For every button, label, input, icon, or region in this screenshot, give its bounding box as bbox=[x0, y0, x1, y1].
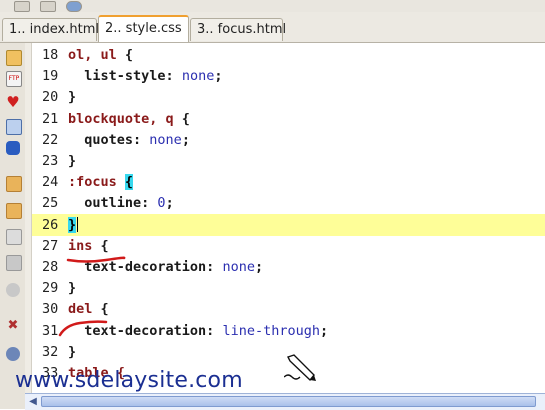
code-token: none bbox=[149, 131, 182, 148]
line-number: 24 bbox=[42, 174, 59, 191]
folder-icon[interactable] bbox=[6, 203, 22, 219]
document-icon[interactable] bbox=[6, 255, 22, 271]
code-line[interactable]: 27 ins { bbox=[32, 235, 545, 257]
line-number: 26 bbox=[42, 216, 59, 233]
line-number: 29 bbox=[42, 280, 59, 297]
code-line[interactable]: 26} bbox=[32, 214, 545, 236]
tab-index-html[interactable]: 1.. index.html bbox=[2, 18, 99, 41]
pencil-cursor-icon bbox=[284, 354, 316, 382]
watermark-text: www.sdelaysite.com bbox=[15, 368, 243, 393]
code-token: none bbox=[181, 68, 215, 85]
scrollbar-thumb[interactable] bbox=[41, 396, 536, 407]
code-token: : bbox=[165, 68, 182, 85]
toolbar-button-icon[interactable] bbox=[14, 1, 30, 12]
globe-icon[interactable] bbox=[66, 1, 82, 12]
code-line[interactable]: 23} bbox=[32, 150, 545, 172]
code-token: } bbox=[68, 280, 77, 297]
line-number: 31 bbox=[42, 322, 59, 339]
code-token: text-decoration bbox=[68, 322, 207, 339]
line-number: 32 bbox=[42, 343, 59, 360]
code-token: none bbox=[222, 259, 255, 275]
code-token: { bbox=[92, 301, 109, 318]
code-token: ; bbox=[165, 195, 174, 212]
cube-icon[interactable] bbox=[6, 141, 20, 155]
code-token: : bbox=[206, 259, 223, 275]
code-editor[interactable]: 18 ol, ul {19 list-style: none; 20} 21 block… bbox=[32, 43, 545, 393]
code-token: list-style bbox=[68, 68, 166, 85]
code-token: :focus bbox=[68, 174, 117, 191]
code-token: 0 bbox=[157, 195, 166, 212]
code-token: : bbox=[206, 322, 223, 339]
code-token: quotes bbox=[68, 131, 134, 148]
left-side-toolbar: FTP ♥ ✖ bbox=[0, 43, 26, 409]
monitor-icon[interactable] bbox=[6, 119, 22, 135]
code-token: { bbox=[116, 47, 134, 63]
circle-icon[interactable] bbox=[6, 283, 20, 297]
code-token: del bbox=[68, 301, 93, 318]
line-number: 19 bbox=[42, 68, 59, 85]
code-line[interactable]: 25 outline: 0; bbox=[32, 192, 545, 214]
heart-icon[interactable]: ♥ bbox=[6, 95, 20, 110]
folder-icon[interactable] bbox=[6, 176, 22, 192]
document-icon[interactable] bbox=[6, 229, 22, 245]
code-token: : bbox=[133, 131, 150, 148]
toggle-icon[interactable] bbox=[6, 347, 20, 361]
code-line[interactable]: 31 text-decoration: line-through; bbox=[32, 320, 545, 342]
line-number: 21 bbox=[42, 110, 59, 127]
toolbar-button-icon[interactable] bbox=[40, 1, 56, 12]
code-token: line-through bbox=[222, 322, 320, 339]
text-cursor bbox=[77, 217, 79, 233]
code-token: { bbox=[173, 110, 190, 127]
code-line[interactable]: 30 del { bbox=[32, 298, 545, 320]
code-token: blockquote, q bbox=[68, 110, 174, 127]
folder-icon[interactable] bbox=[6, 50, 22, 66]
code-line[interactable]: 18 ol, ul { bbox=[32, 44, 545, 66]
code-token: } bbox=[68, 343, 77, 360]
file-tab-bar: 1.. index.html 2.. style.css 3.. focus.h… bbox=[0, 12, 545, 43]
code-token: ; bbox=[214, 68, 223, 85]
code-token: } bbox=[68, 153, 77, 169]
code-token: } bbox=[68, 89, 77, 106]
code-token: ins bbox=[68, 237, 93, 254]
ftp-icon[interactable]: FTP bbox=[6, 71, 22, 87]
code-line[interactable]: 28 text-decoration: none; bbox=[32, 256, 545, 278]
code-token: { bbox=[124, 174, 134, 191]
code-token: text-decoration bbox=[68, 259, 207, 275]
code-token: ol, ul bbox=[68, 47, 117, 63]
line-number: 23 bbox=[42, 153, 59, 169]
tab-style-css[interactable]: 2.. style.css bbox=[98, 15, 189, 42]
fold-gutter bbox=[25, 43, 32, 393]
line-number: 27 bbox=[42, 237, 59, 254]
line-number: 18 bbox=[42, 47, 59, 63]
code-line[interactable]: 24 :focus { bbox=[32, 171, 545, 193]
code-token: ; bbox=[319, 322, 329, 339]
line-number: 30 bbox=[42, 301, 59, 318]
code-line[interactable]: 22 quotes: none; bbox=[32, 129, 545, 151]
code-line[interactable]: 29} bbox=[32, 277, 545, 299]
line-number: 22 bbox=[42, 131, 59, 148]
line-number: 28 bbox=[42, 259, 59, 275]
code-line[interactable]: 20} bbox=[32, 86, 545, 108]
code-token: } bbox=[68, 216, 77, 233]
scroll-left-arrow-icon[interactable]: ◀ bbox=[27, 396, 39, 407]
line-number: 20 bbox=[42, 89, 59, 106]
tools-icon[interactable]: ✖ bbox=[6, 319, 20, 333]
tab-focus-html[interactable]: 3.. focus.html bbox=[190, 18, 286, 41]
line-number: 25 bbox=[42, 195, 59, 212]
code-token: ; bbox=[254, 259, 264, 275]
code-token: outline bbox=[68, 195, 142, 212]
code-token: : bbox=[141, 195, 158, 212]
code-line[interactable]: 21 blockquote, q { bbox=[32, 108, 545, 130]
code-line[interactable]: 19 list-style: none; bbox=[32, 65, 545, 87]
code-token: { bbox=[92, 237, 109, 254]
code-token: ; bbox=[181, 131, 190, 148]
